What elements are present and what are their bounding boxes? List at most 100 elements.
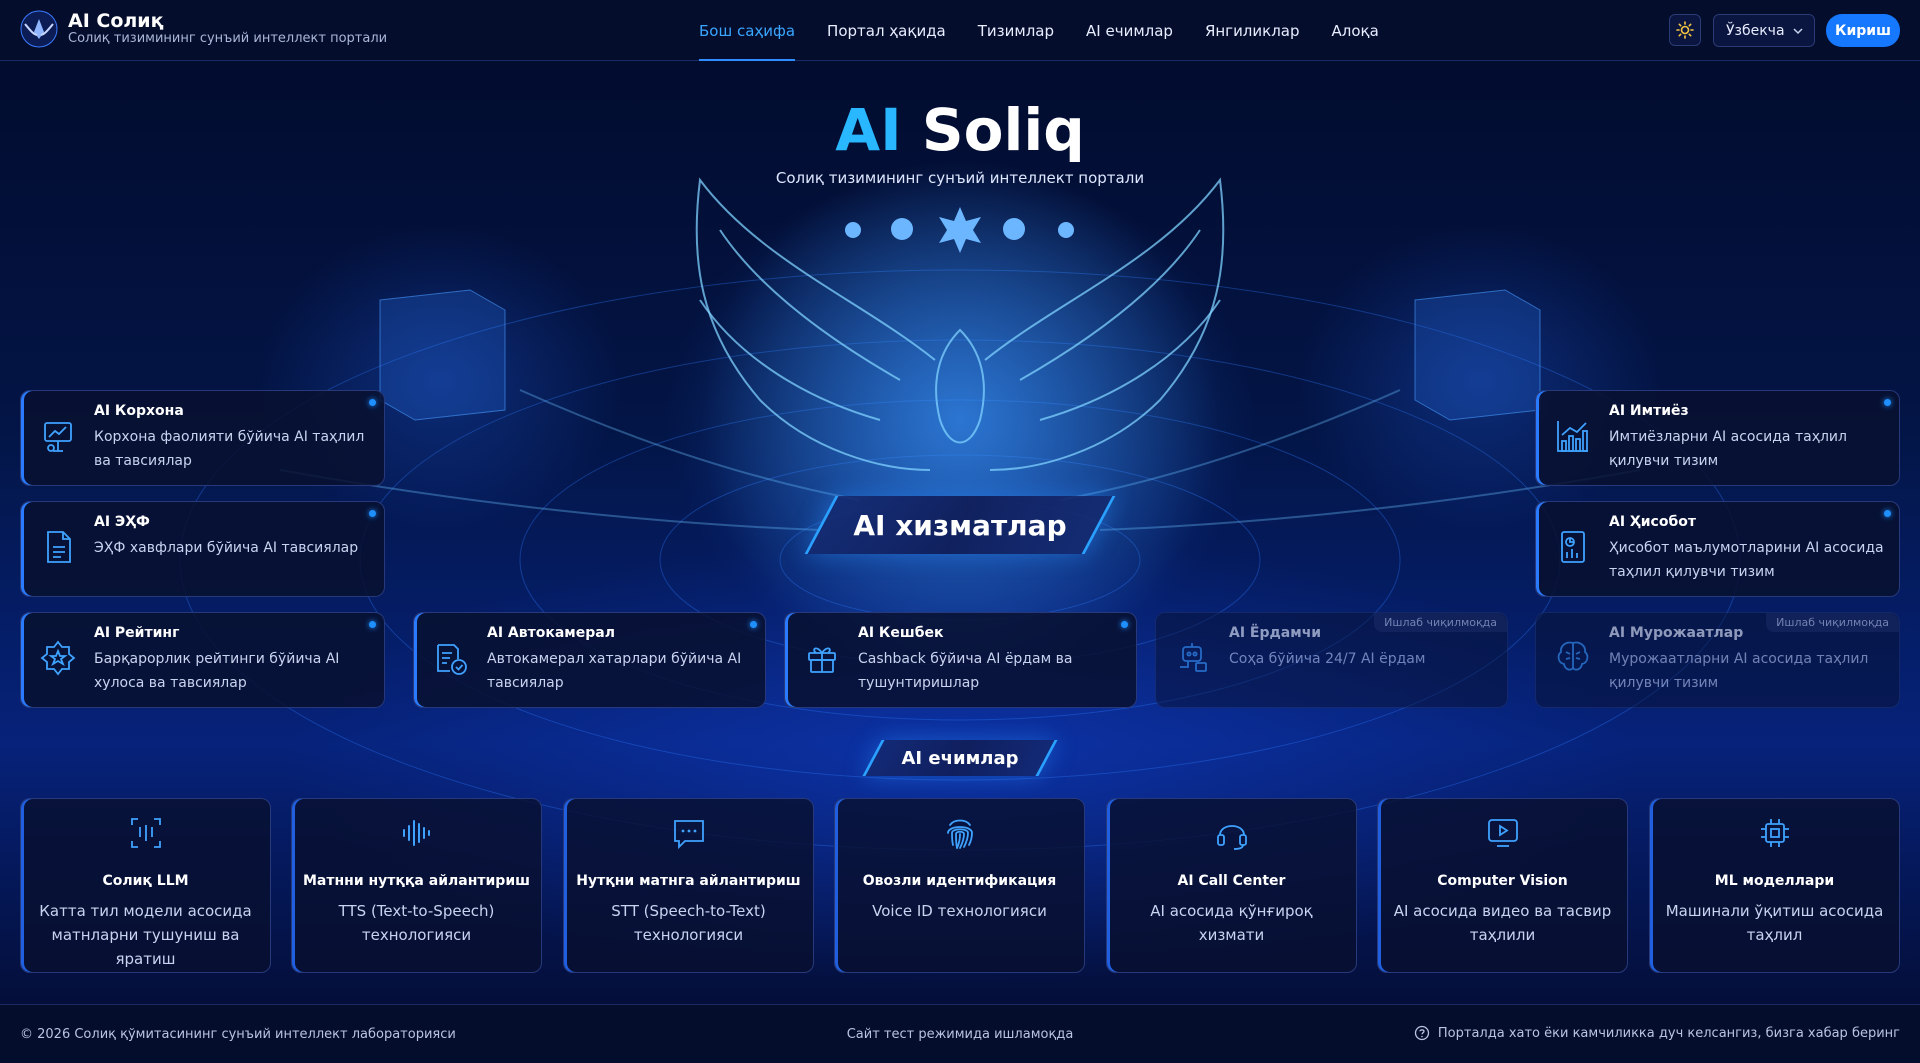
nav-home[interactable]: Бош саҳифа	[683, 0, 811, 61]
service-title: AI Ҳисобот	[1609, 514, 1696, 530]
nav-about[interactable]: Портал ҳақида	[811, 0, 962, 61]
service-card-ai-imtiyoz[interactable]: AI Имтиёз Имтиёзларни AI асосида таҳлил …	[1535, 390, 1900, 486]
service-title: AI Кешбек	[858, 625, 944, 641]
main-nav: Бош саҳифа Портал ҳақида Тизимлар AI ечи…	[683, 0, 1395, 61]
hero-title: AI Soliq	[0, 96, 1920, 164]
footer-report-link[interactable]: Порталда хато ёки камчиликка дуч келсанг…	[1414, 1025, 1900, 1041]
status-dot	[369, 510, 376, 517]
solution-title: Нутқни матнга айлантириш	[576, 873, 801, 889]
service-card-ai-murojaatlar[interactable]: AI Мурожаатлар Мурожаатларни AI асосида …	[1535, 612, 1900, 708]
service-desc: Барқарорлик рейтинги бўйича AI хулоса ва…	[94, 651, 340, 691]
service-desc: Автокамерал хатарлари бўйича AI тавсияла…	[487, 651, 742, 691]
service-card-ai-ehf[interactable]: AI ЭҲФ ЭҲФ хавфлари бўйича AI тавсиялар	[20, 501, 385, 597]
brand-title: AI Солиқ	[68, 10, 164, 32]
brand[interactable]: AI Солиқ Солиқ тизимининг сунъий интелле…	[20, 10, 387, 48]
solution-desc: AI асосида видео ва тасвир таҳлили	[1393, 902, 1612, 944]
solution-title: Computer Vision	[1437, 873, 1568, 889]
service-desc: Ҳисобот маълумотларини AI асосида таҳлил…	[1609, 540, 1884, 580]
status-dot	[369, 399, 376, 406]
sun-icon	[1676, 21, 1694, 39]
service-desc: Мурожаатларни AI асосида таҳлил қилувчи …	[1609, 651, 1869, 691]
service-title: AI Рейтинг	[94, 625, 180, 641]
service-card-ai-reyting[interactable]: AI Рейтинг Барқарорлик рейтинги бўйича A…	[20, 612, 385, 708]
play-screen-icon	[1487, 819, 1518, 847]
gift-icon	[808, 647, 836, 673]
nav-contact[interactable]: Алоқа	[1316, 0, 1395, 61]
solution-card-tts[interactable]: Матнни нутққа айлантириш TTS (Text-to-Sp…	[291, 798, 542, 973]
solution-title: ML моделлари	[1714, 873, 1835, 889]
solution-card-computer-vision[interactable]: Computer Vision AI асосида видео ва тасв…	[1377, 798, 1628, 973]
solutions-title-text: AI ечимлар	[901, 747, 1019, 769]
cpu-icon	[1760, 819, 1789, 847]
llm-icon	[130, 818, 161, 848]
bar-chart-icon	[1557, 421, 1588, 452]
document-icon	[47, 531, 71, 563]
service-card-ai-hisobot[interactable]: AI Ҳисобот Ҳисобот маълумотларини AI асо…	[1535, 501, 1900, 597]
service-title: AI Корхона	[94, 403, 184, 419]
nav-systems[interactable]: Тизимлар	[962, 0, 1070, 61]
in-development-badge: Ишлаб чиқилмоқда	[1374, 613, 1507, 632]
solution-title: AI Call Center	[1177, 873, 1286, 889]
chevron-down-icon	[1793, 28, 1803, 35]
nav-ai-solutions[interactable]: AI ечимлар	[1070, 0, 1189, 61]
services-section-title: AI хизматлар	[804, 496, 1116, 554]
service-desc: Соҳа бўйича 24/7 AI ёрдам	[1229, 651, 1426, 667]
theme-toggle-button[interactable]	[1669, 14, 1701, 46]
solution-card-ml-models[interactable]: ML моделлари Машинали ўқитиш асосида таҳ…	[1649, 798, 1900, 973]
solution-desc: TTS (Text-to-Speech) технологияси	[338, 902, 495, 944]
solution-desc: Voice ID технологияси	[872, 902, 1047, 920]
hero-title-accent: AI	[835, 96, 902, 164]
in-development-badge: Ишлаб чиқилмоқда	[1766, 613, 1899, 632]
service-title: AI ЭҲФ	[94, 514, 150, 530]
services-title-text: AI хизматлар	[853, 508, 1067, 542]
headset-icon	[1216, 825, 1247, 850]
presentation-chart-icon	[44, 422, 72, 452]
status-dot	[369, 621, 376, 628]
solution-desc: Катта тил модели асосида матнларни тушун…	[39, 902, 252, 968]
service-card-ai-avtokameral[interactable]: AI Автокамерал Автокамерал хатарлари бўй…	[413, 612, 766, 708]
language-select[interactable]: Ўзбекча	[1713, 14, 1815, 47]
solution-desc: STT (Speech-to-Text) технологияси	[611, 902, 766, 944]
service-desc: Корхона фаолияти бўйича AI таҳлил ва тав…	[94, 429, 365, 469]
solution-card-voice-id[interactable]: Овозли идентификация Voice ID технология…	[834, 798, 1085, 973]
service-card-ai-keshbek[interactable]: AI Кешбек Cashback бўйича AI ёрдам ва ту…	[784, 612, 1137, 708]
login-button[interactable]: Кириш	[1826, 14, 1900, 47]
solution-desc: AI асосида қўнғироқ хизмати	[1150, 902, 1313, 944]
hero-title-rest: Soliq	[921, 96, 1085, 164]
robot-icon	[1180, 643, 1207, 672]
service-card-ai-korxona[interactable]: AI Корхона Корхона фаолияти бўйича AI та…	[20, 390, 385, 486]
help-circle-icon	[1414, 1025, 1430, 1041]
status-dot	[1121, 621, 1128, 628]
star-badge-icon	[40, 640, 76, 676]
solutions-section-title: AI ечимлар	[862, 740, 1058, 776]
status-dot	[1884, 510, 1891, 517]
message-icon	[673, 820, 704, 850]
report-icon	[1561, 531, 1585, 563]
solution-title: Овозли идентификация	[862, 873, 1057, 889]
phoenix-logo-icon	[20, 10, 58, 48]
nav-news[interactable]: Янгиликлар	[1189, 0, 1316, 61]
solution-desc: Машинали ўқитиш асосида таҳлил	[1665, 902, 1884, 944]
audio-wave-icon	[402, 820, 430, 846]
status-dot	[750, 621, 757, 628]
solution-card-ai-call-center[interactable]: AI Call Center AI асосида қўнғироқ хизма…	[1106, 798, 1357, 973]
fingerprint-icon	[946, 819, 973, 849]
footer: © 2026 Солиқ қўмитасининг сунъий интелле…	[0, 1004, 1920, 1063]
solution-card-stt[interactable]: Нутқни матнга айлантириш STT (Speech-to-…	[563, 798, 814, 973]
solution-card-soliq-llm[interactable]: Солиқ LLM Катта тил модели асосида матнл…	[20, 798, 271, 973]
language-value: Ўзбекча	[1726, 22, 1785, 39]
solution-title: Солиқ LLM	[102, 873, 189, 889]
status-dot	[1884, 399, 1891, 406]
service-card-ai-yordamchi[interactable]: AI Ёрдамчи Соҳа бўйича 24/7 AI ёрдам Ишл…	[1155, 612, 1508, 708]
service-desc: Cashback бўйича AI ёрдам ва тушунтиришла…	[858, 651, 1073, 691]
service-title: AI Автокамерал	[487, 625, 615, 641]
document-check-icon	[437, 644, 467, 675]
solution-title: Матнни нутққа айлантириш	[302, 873, 530, 889]
hero-subtitle: Солиқ тизимининг сунъий интеллект портал…	[775, 169, 1145, 187]
brain-icon	[1557, 641, 1589, 671]
top-navigation-bar: AI Солиқ Солиқ тизимининг сунъий интелле…	[0, 0, 1920, 61]
service-title: AI Имтиёз	[1609, 403, 1689, 419]
brand-subtitle: Солиқ тизимининг сунъий интеллект портал…	[68, 31, 388, 46]
footer-report-text: Порталда хато ёки камчиликка дуч келсанг…	[1437, 1025, 1900, 1041]
service-desc: Имтиёзларни AI асосида таҳлил қилувчи ти…	[1609, 429, 1847, 469]
